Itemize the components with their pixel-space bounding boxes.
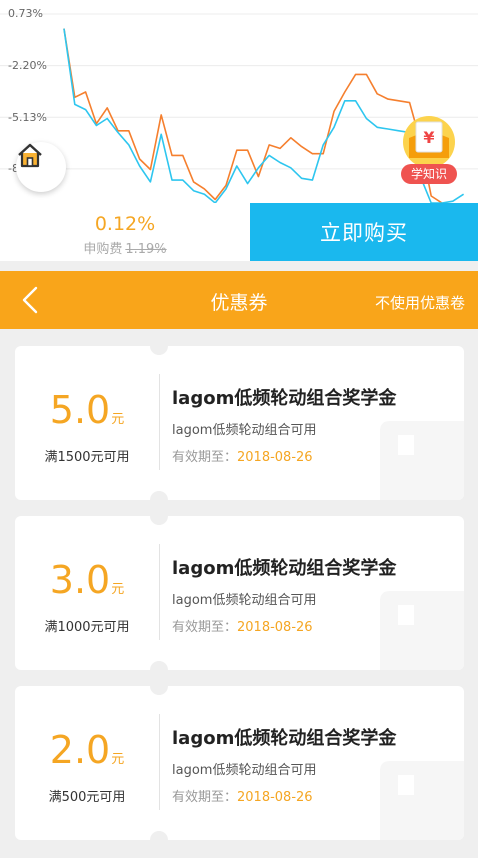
coupon-name: lagom低频轮动组合奖学金 xyxy=(172,388,397,409)
coupon-amount-value: 2.0 xyxy=(49,728,111,772)
coupon-watermark-icon xyxy=(380,761,464,840)
coupon-amount: 3.0元 xyxy=(15,558,159,602)
notch xyxy=(150,686,168,695)
no-coupon-button[interactable]: 不使用优惠卷 xyxy=(375,292,465,313)
performance-chart: 0.73% -2.20% -5.13% -8 ¥ 学知识 xyxy=(0,0,478,203)
coupon-name: lagom低频轮动组合奖学金 xyxy=(172,728,397,749)
notch xyxy=(150,516,168,525)
coupon-amount-unit: 元 xyxy=(111,412,125,427)
coupon-amount: 2.0元 xyxy=(15,728,159,772)
notch xyxy=(150,831,168,840)
expiry-date: 2018-08-26 xyxy=(237,450,313,465)
coupon-name: lagom低频轮动组合奖学金 xyxy=(172,558,397,579)
y-tick-label: -2.20% xyxy=(8,59,47,72)
coupon-condition: 满1500元可用 xyxy=(44,450,130,465)
fee-info: 0.12% 申购费 1.19% xyxy=(0,203,250,261)
expiry-label: 有效期至： xyxy=(172,790,238,805)
coupon-expiry: 有效期至：2018-08-26 xyxy=(172,446,313,465)
fee-label: 申购费 xyxy=(83,242,123,257)
y-tick-label: -5.13% xyxy=(8,111,47,124)
coupon-amount-value: 3.0 xyxy=(49,558,111,602)
fee-original: 1.19% xyxy=(125,242,167,257)
coupon-amount-value: 5.0 xyxy=(49,388,111,432)
fee-rate: 0.12% xyxy=(94,213,156,235)
divider xyxy=(159,544,160,640)
coupon-amount: 5.0元 xyxy=(15,388,159,432)
coupon-expiry: 有效期至：2018-08-26 xyxy=(172,786,313,805)
expiry-date: 2018-08-26 xyxy=(237,790,313,805)
purchase-bar: 0.12% 申购费 1.19% 立即购买 xyxy=(0,203,478,261)
home-icon xyxy=(18,143,42,168)
coupon-watermark-icon xyxy=(380,421,464,500)
fee-line: 申购费 1.19% xyxy=(0,238,250,257)
buy-now-button[interactable]: 立即购买 xyxy=(250,203,478,261)
coupon-amount-unit: 元 xyxy=(111,752,125,767)
expiry-date: 2018-08-26 xyxy=(237,620,313,635)
learn-badge-label: 学知识 xyxy=(401,164,457,184)
coupon-card[interactable]: 5.0元 满1500元可用 lagom低频轮动组合奖学金 lagom低频轮动组合… xyxy=(15,346,464,500)
notch xyxy=(150,491,168,500)
coupon-condition: 满1000元可用 xyxy=(44,620,130,635)
coupon-description: lagom低频轮动组合可用 xyxy=(172,423,317,438)
home-button[interactable] xyxy=(16,142,66,192)
y-tick-label: 0.73% xyxy=(8,7,43,20)
divider xyxy=(159,374,160,470)
expiry-label: 有效期至： xyxy=(172,450,238,465)
learn-knowledge-badge[interactable]: ¥ 学知识 xyxy=(397,116,461,186)
book-icon: ¥ xyxy=(403,116,455,166)
expiry-label: 有效期至： xyxy=(172,620,238,635)
notch xyxy=(150,661,168,670)
coupon-expiry: 有效期至：2018-08-26 xyxy=(172,616,313,635)
coupon-card[interactable]: 2.0元 满500元可用 lagom低频轮动组合奖学金 lagom低频轮动组合可… xyxy=(15,686,464,840)
coupon-description: lagom低频轮动组合可用 xyxy=(172,763,317,778)
divider xyxy=(159,714,160,810)
coupon-amount-unit: 元 xyxy=(111,582,125,597)
svg-text:¥: ¥ xyxy=(423,128,434,147)
notch xyxy=(150,346,168,355)
coupon-description: lagom低频轮动组合可用 xyxy=(172,593,317,608)
coupon-watermark-icon xyxy=(380,591,464,670)
coupon-header: 优惠券 不使用优惠卷 xyxy=(0,271,478,329)
coupon-condition: 满500元可用 xyxy=(48,790,126,805)
coupon-card[interactable]: 3.0元 满1000元可用 lagom低频轮动组合奖学金 lagom低频轮动组合… xyxy=(15,516,464,670)
